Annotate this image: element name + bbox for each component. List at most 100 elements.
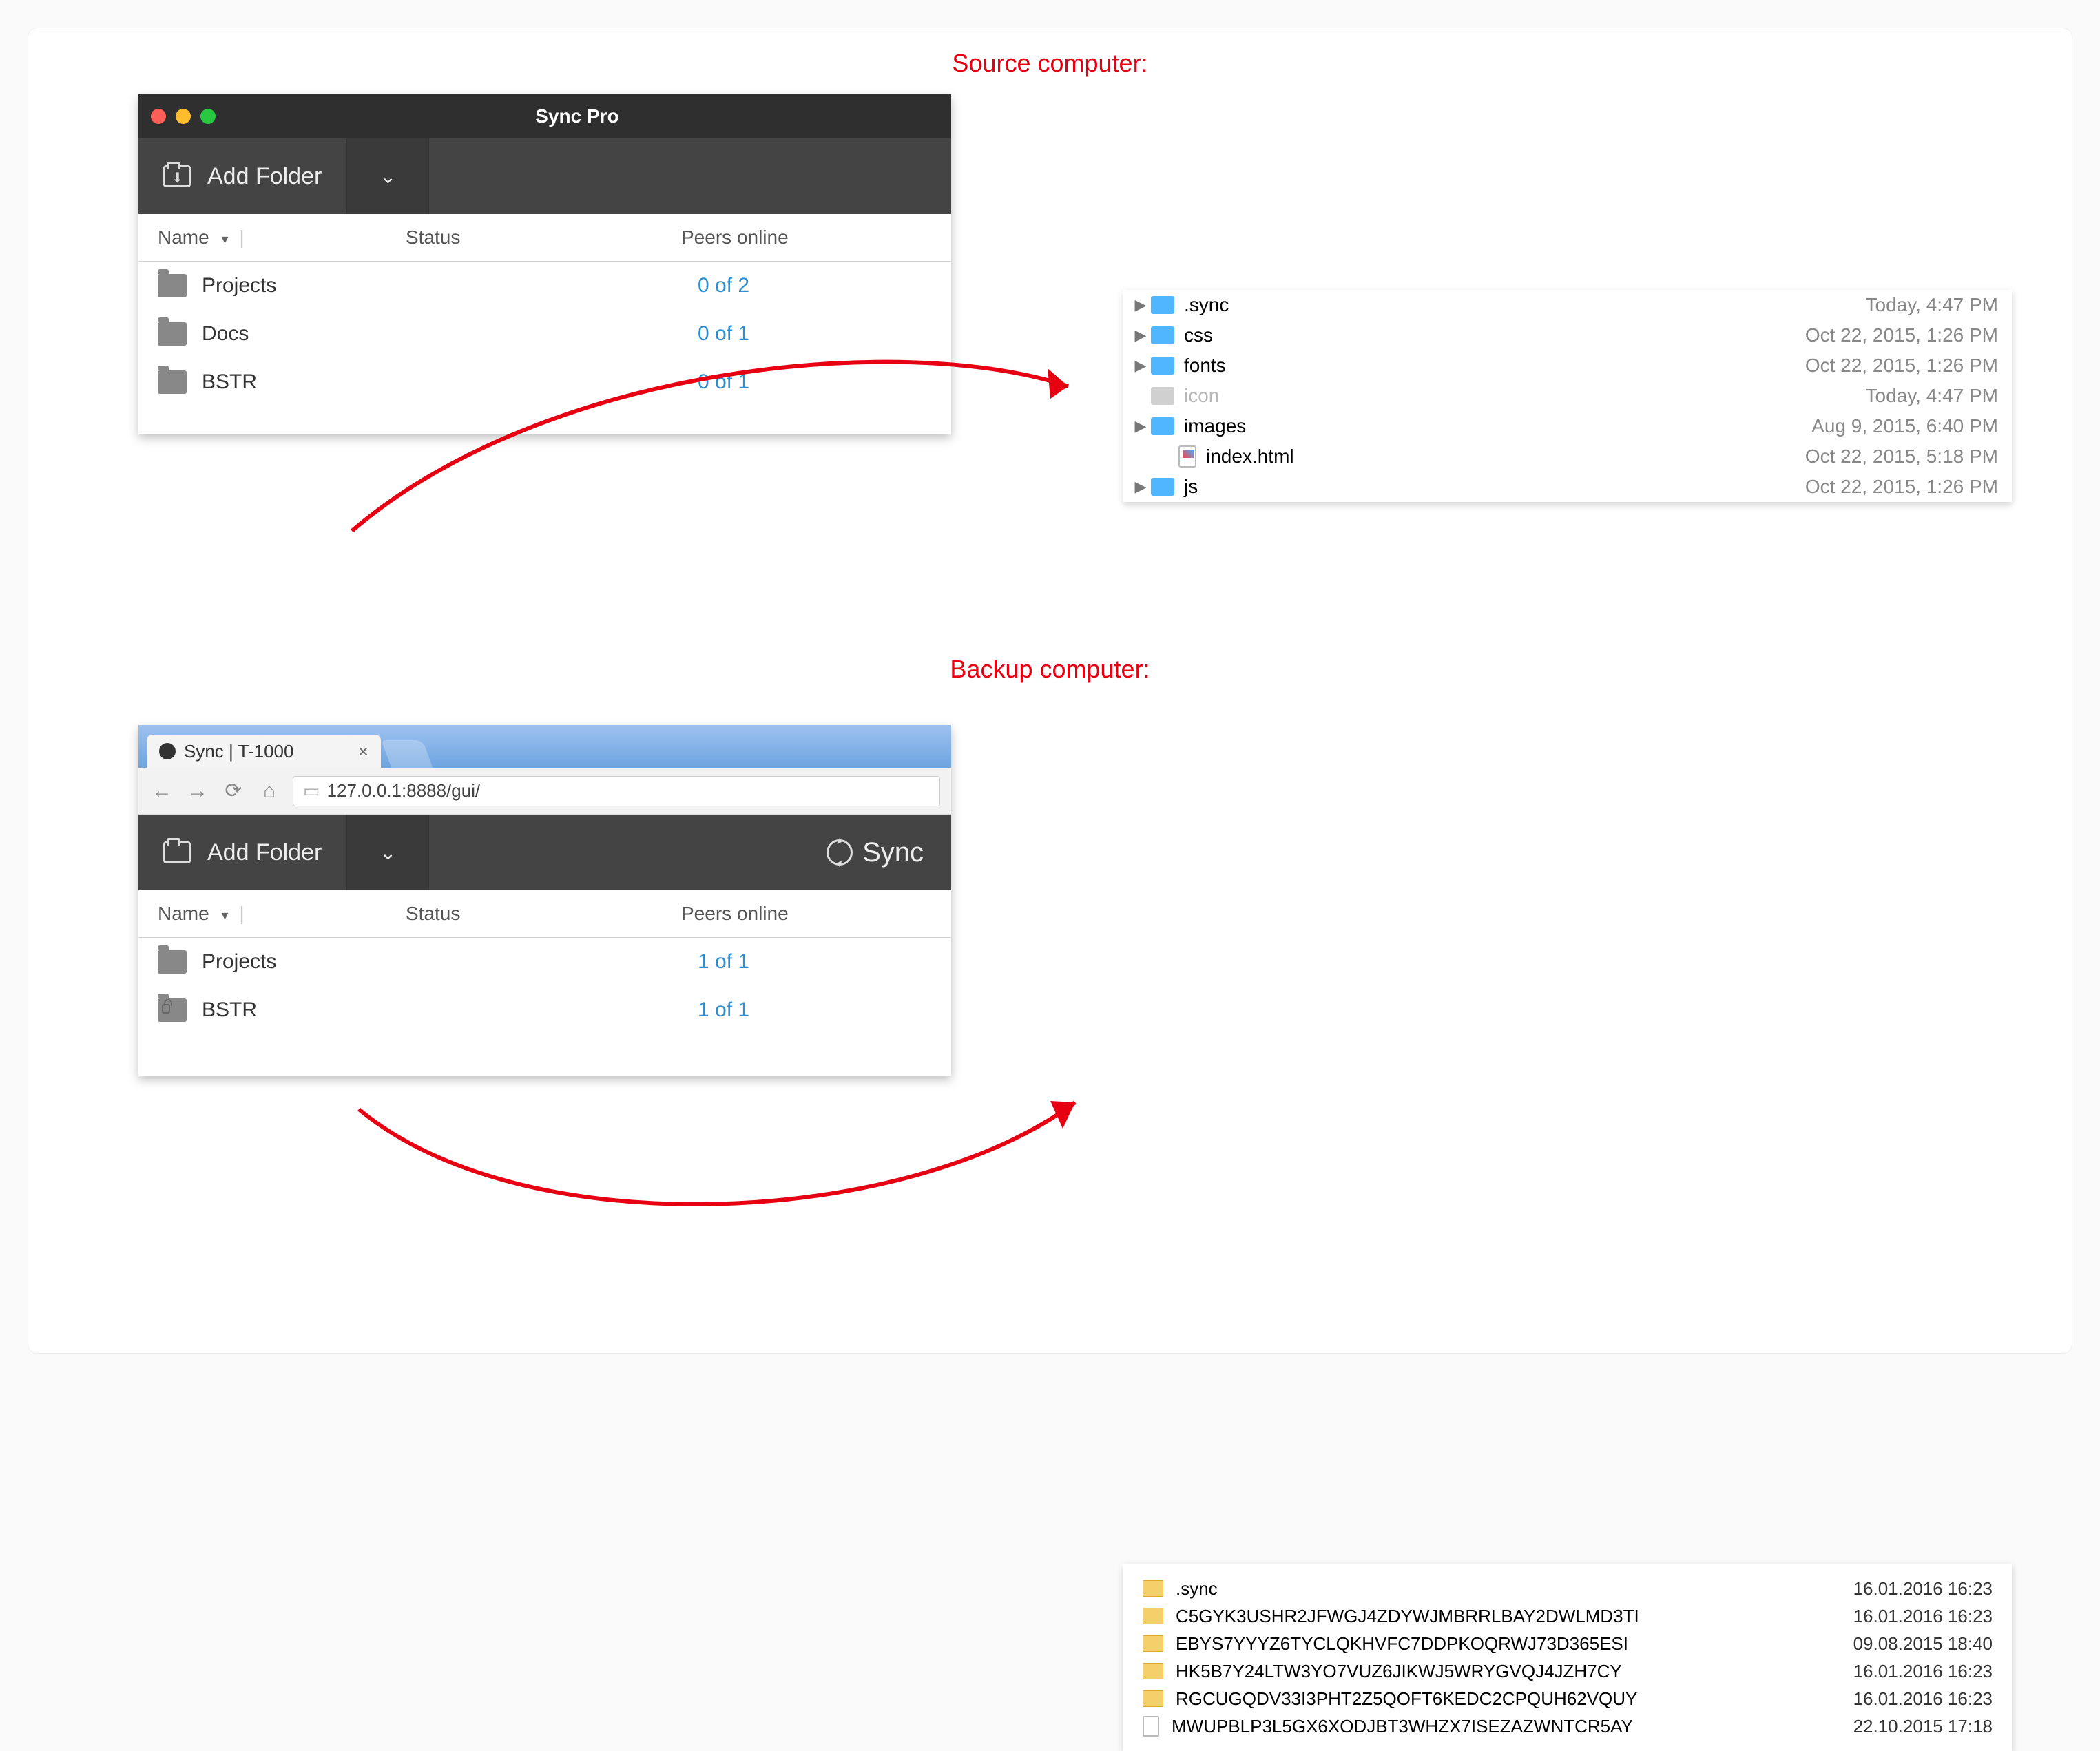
window-titlebar[interactable]: Sync Pro	[138, 94, 951, 138]
finder-row[interactable]: icon Today, 4:47 PM	[1123, 381, 2012, 411]
folder-row[interactable]: Projects 1 of 1	[138, 938, 951, 986]
disclosure-triangle-icon[interactable]: ▶	[1130, 478, 1151, 496]
folder-icon	[1143, 1608, 1163, 1624]
column-status[interactable]: Status	[406, 903, 681, 925]
url-text: 127.0.0.1:8888/gui/	[327, 780, 481, 801]
finder-row[interactable]: ▶.syncToday, 4:47 PM	[1123, 290, 2012, 320]
sync-icon	[827, 839, 853, 866]
peers-online: 1 of 1	[698, 998, 932, 1022]
file-name: C5GYK3USHR2JFWGJ4ZDYWJMBRRLBAY2DWLMD3TI	[1176, 1606, 1639, 1627]
file-icon	[1151, 387, 1174, 405]
folder-row[interactable]: BSTR1 of 1	[138, 986, 951, 1034]
source-label: Source computer:	[28, 49, 2072, 78]
disclosure-triangle-icon[interactable]: ▶	[1130, 326, 1151, 344]
finder-row[interactable]: ▶ images Aug 9, 2015, 6:40 PM	[1123, 411, 2012, 441]
folder-icon	[158, 322, 187, 346]
minimize-window-button[interactable]	[176, 109, 191, 124]
explorer-row[interactable]: RGCUGQDV33I3PHT2Z5QOFT6KEDC2CPQUH62VQUY1…	[1123, 1685, 2012, 1712]
add-folder-dropdown[interactable]: ⌄	[346, 815, 429, 890]
explorer-row[interactable]: EBYS7YYYZ6TYCLQKHVFC7DDPKOQRWJ73D365ESI 0…	[1123, 1630, 2012, 1657]
browser-window: Sync | T-1000 × ← → ⟳ ⌂ ▭ 127.0.0.1:8888…	[138, 725, 951, 1076]
file-name: RGCUGQDV33I3PHT2Z5QOFT6KEDC2CPQUH62VQUY	[1176, 1688, 1637, 1710]
new-tab-button[interactable]	[382, 740, 433, 768]
file-name: images	[1184, 415, 1246, 437]
sort-indicator-icon: ▾	[221, 232, 228, 247]
nav-back-icon[interactable]: ←	[149, 779, 174, 803]
tab-close-icon[interactable]: ×	[358, 741, 368, 762]
window-title: Sync Pro	[535, 105, 618, 127]
file-date: Today, 4:47 PM	[1866, 385, 1998, 407]
browser-tab[interactable]: Sync | T-1000 ×	[147, 735, 381, 768]
file-icon	[1143, 1716, 1159, 1737]
folder-icon	[158, 274, 187, 297]
add-folder-button[interactable]: Add Folder	[138, 815, 346, 890]
file-date: Aug 9, 2015, 6:40 PM	[1811, 415, 1998, 437]
sync-logo-text: Sync	[862, 837, 924, 868]
folder-icon	[158, 998, 187, 1022]
file-name: EBYS7YYYZ6TYCLQKHVFC7DDPKOQRWJ73D365ESI	[1176, 1633, 1628, 1655]
file-name: index.html	[1206, 445, 1294, 468]
peers-online: 0 of 1	[698, 322, 932, 346]
folder-name: Projects	[202, 274, 276, 297]
sync-logo: Sync	[827, 837, 951, 868]
column-peers[interactable]: Peers online	[681, 903, 932, 925]
finder-row[interactable]: ▶cssOct 22, 2015, 1:26 PM	[1123, 320, 2012, 350]
file-date: Oct 22, 2015, 1:26 PM	[1805, 476, 1998, 498]
column-name[interactable]: Name ▾ |	[158, 227, 406, 249]
sync-pro-window: Sync Pro ⬇ Add Folder ⌄ Name ▾ | Status	[138, 94, 951, 434]
folder-list: Projects1 of 1BSTR1 of 1	[138, 938, 951, 1034]
folder-list: Projects 0 of 2 Docs0 of 1BSTR0 of 1	[138, 262, 951, 406]
file-name: .sync	[1176, 1578, 1218, 1600]
add-folder-button[interactable]: ⬇ Add Folder	[138, 138, 346, 214]
add-folder-label: Add Folder	[207, 163, 322, 190]
nav-reload-icon[interactable]: ⟳	[221, 779, 246, 803]
explorer-row[interactable]: MWUPBLP3L5GX6XODJBT3WHZX7ISEZAZWNTCR5AY2…	[1123, 1712, 2012, 1740]
finder-row[interactable]: ▶fontsOct 22, 2015, 1:26 PM	[1123, 350, 2012, 381]
disclosure-triangle-icon[interactable]: ▶	[1130, 296, 1151, 314]
address-bar[interactable]: ▭ 127.0.0.1:8888/gui/	[293, 776, 940, 806]
peers-online: 1 of 1	[698, 950, 932, 974]
nav-home-icon[interactable]: ⌂	[257, 779, 282, 803]
finder-row[interactable]: ▶ js Oct 22, 2015, 1:26 PM	[1123, 472, 2012, 502]
file-date: Oct 22, 2015, 1:26 PM	[1805, 355, 1998, 377]
peers-online: 0 of 2	[698, 274, 932, 297]
peers-online: 0 of 1	[698, 370, 932, 394]
disclosure-triangle-icon[interactable]: ▶	[1130, 357, 1151, 375]
file-name: css	[1184, 324, 1213, 346]
file-name: MWUPBLP3L5GX6XODJBT3WHZX7ISEZAZWNTCR5AY	[1172, 1716, 1633, 1737]
zoom-window-button[interactable]	[200, 109, 216, 124]
explorer-row[interactable]: .sync16.01.2016 16:23	[1123, 1575, 2012, 1602]
file-name: icon	[1184, 385, 1219, 407]
explorer-row[interactable]: HK5B7Y24LTW3YO7VUZ6JIKWJ5WRYGVQJ4JZH7CY1…	[1123, 1657, 2012, 1685]
close-window-button[interactable]	[151, 109, 166, 124]
file-name: js	[1184, 476, 1198, 498]
disclosure-triangle-icon[interactable]: ▶	[1130, 417, 1151, 435]
file-date: 09.08.2015 18:40	[1853, 1633, 1993, 1655]
folder-icon	[1151, 478, 1174, 496]
explorer-row[interactable]: C5GYK3USHR2JFWGJ4ZDYWJMBRRLBAY2DWLMD3TI 1…	[1123, 1602, 2012, 1630]
file-date: Oct 22, 2015, 5:18 PM	[1805, 445, 1998, 468]
window-controls	[151, 109, 216, 124]
finder-row[interactable]: index.html Oct 22, 2015, 5:18 PM	[1123, 441, 2012, 472]
column-status[interactable]: Status	[406, 227, 681, 249]
add-folder-dropdown[interactable]: ⌄	[346, 138, 429, 214]
folder-name: Projects	[202, 950, 276, 974]
sort-indicator-icon: ▾	[221, 908, 228, 923]
folder-icon	[1143, 1690, 1163, 1707]
chevron-down-icon: ⌄	[380, 165, 396, 188]
folder-icon	[1151, 326, 1174, 344]
file-date: 16.01.2016 16:23	[1853, 1606, 1993, 1627]
explorer-file-list: .sync16.01.2016 16:23C5GYK3USHR2JFWGJ4ZD…	[1123, 1564, 2012, 1751]
folder-icon	[1143, 1663, 1163, 1679]
add-folder-label: Add Folder	[207, 839, 322, 866]
page-icon: ▭	[303, 780, 320, 801]
folder-row[interactable]: BSTR0 of 1	[138, 358, 951, 406]
folder-row[interactable]: Docs0 of 1	[138, 310, 951, 358]
column-name[interactable]: Name ▾ |	[158, 903, 406, 925]
chevron-down-icon: ⌄	[380, 841, 396, 864]
folder-row[interactable]: Projects 0 of 2	[138, 262, 951, 310]
folder-icon	[1151, 417, 1174, 435]
nav-forward-icon[interactable]: →	[185, 779, 210, 803]
column-peers[interactable]: Peers online	[681, 227, 932, 249]
tab-title: Sync | T-1000	[184, 741, 293, 762]
